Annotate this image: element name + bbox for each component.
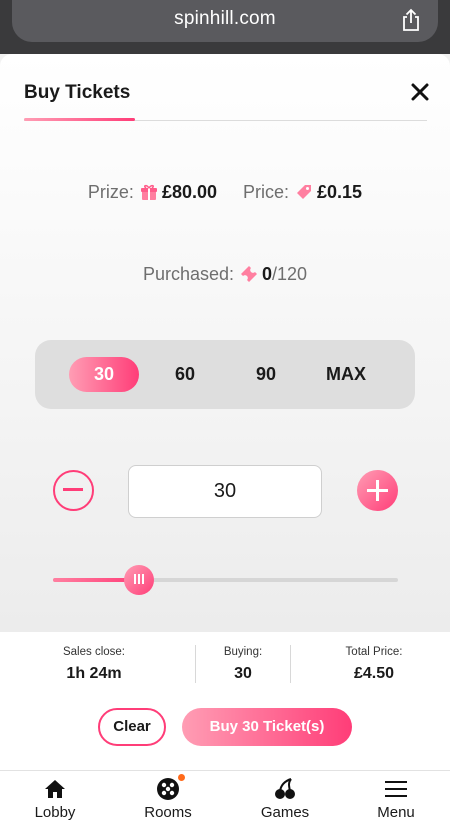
rooms-notification-badge [178,774,185,781]
nav-games-label: Games [260,804,310,821]
clear-button[interactable]: Clear [98,708,166,746]
price-value: £0.15 [317,182,363,202]
nav-games[interactable]: Games [235,771,335,824]
purchased-row: Purchased: 0/120 [0,264,450,285]
quantity-input[interactable] [128,465,322,518]
buying: Buying: 30 [196,646,290,683]
purchased-total: /120 [272,264,308,284]
buying-value: 30 [234,665,252,682]
price-tag-icon [297,185,312,199]
preset-60[interactable]: 60 [150,357,220,392]
close-icon[interactable] [410,82,430,102]
increase-quantity-button[interactable] [357,470,398,511]
preset-max[interactable]: MAX [311,357,381,392]
url-text[interactable]: spinhill.com [12,8,438,30]
nav-rooms-label: Rooms [144,804,192,821]
prize-value: £80.00 [161,182,217,202]
prize-price-row: Prize: £80.00 Price: £0.15 [0,182,450,203]
purchased-label: Purchased: [142,264,234,284]
nav-rooms[interactable]: Rooms [118,771,218,824]
hamburger-icon [385,781,407,797]
slider-handle[interactable] [124,565,155,595]
nav-menu[interactable]: Menu [346,771,446,824]
sales-close-value: 1h 24m [66,665,122,682]
quantity-presets: 30 60 90 MAX [35,340,415,409]
nav-lobby[interactable]: Lobby [5,771,105,824]
total-price: Total Price: £4.50 [304,646,444,683]
nav-lobby-label: Lobby [34,804,76,821]
share-icon[interactable] [400,8,422,32]
title-underline [24,118,135,121]
buying-label: Buying: [223,646,263,658]
preset-90[interactable]: 90 [231,357,301,392]
total-price-value: £4.50 [353,665,395,682]
preset-30[interactable]: 30 [69,357,139,392]
decrease-quantity-button[interactable] [53,470,94,511]
browser-bar: spinhill.com [0,0,450,54]
gift-icon [140,184,157,200]
summary-divider [290,645,291,683]
ticket-icon [241,266,257,282]
sales-close-label: Sales close: [62,646,125,658]
order-summary: Sales close: 1h 24m Buying: 30 Total Pri… [0,632,450,770]
nav-menu-label: Menu [377,804,415,821]
cherries-icon [275,778,295,799]
home-icon [45,780,65,798]
bingo-ball-icon [157,778,179,800]
prize-label: Prize: [87,182,134,202]
total-price-label: Total Price: [345,646,403,658]
url-bar[interactable]: spinhill.com [12,0,438,42]
quantity-slider[interactable] [53,565,398,595]
buy-tickets-modal: Buy Tickets Prize: £80.00 Price: £0.15 Pu… [0,54,450,632]
buy-tickets-button[interactable]: Buy 30 Ticket(s) [182,708,352,746]
sales-close: Sales close: 1h 24m [30,646,158,683]
price-label: Price: [243,182,290,202]
purchased-count: 0 [262,264,273,284]
modal-title: Buy Tickets [24,82,131,103]
bottom-nav: Lobby Rooms Games Menu [0,770,450,824]
